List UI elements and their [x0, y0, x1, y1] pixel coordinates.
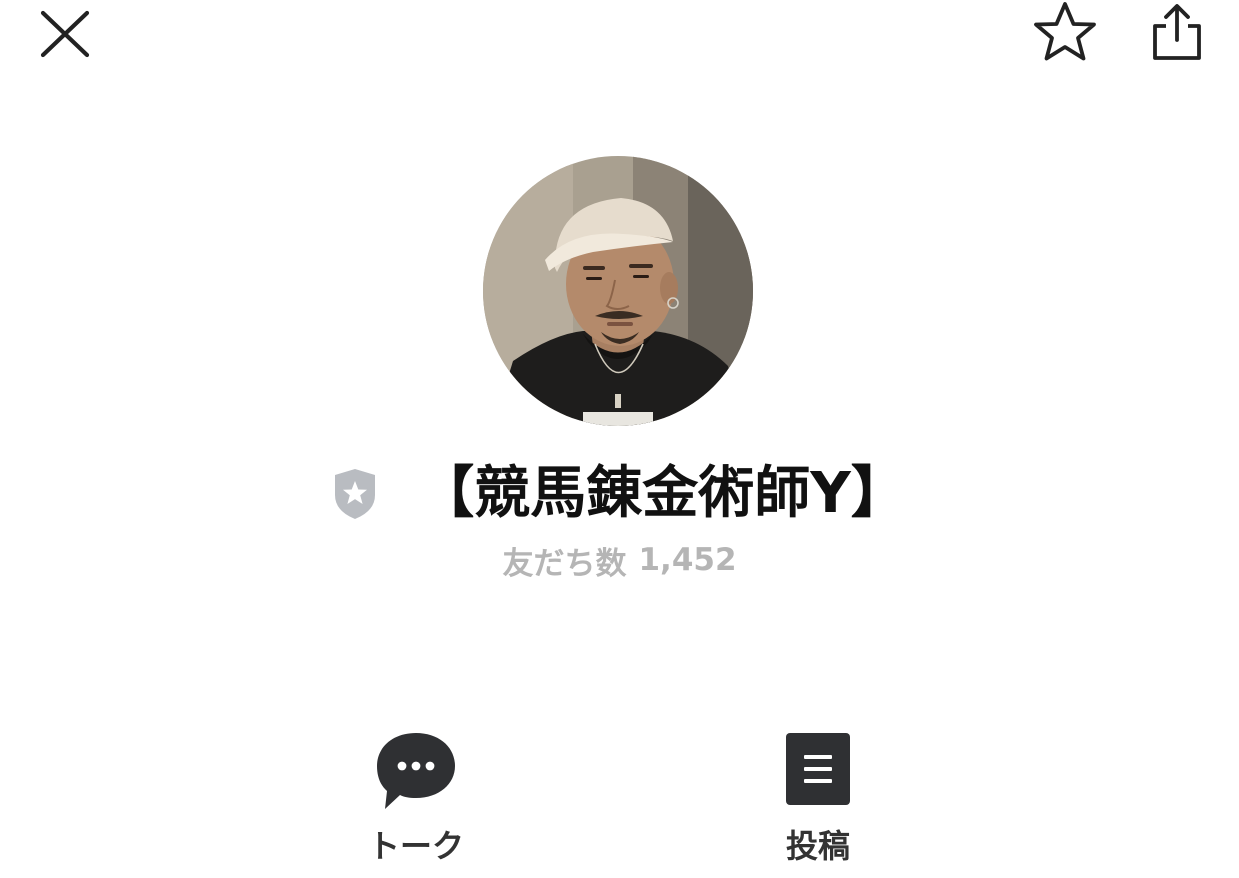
- favorite-button[interactable]: [1030, 0, 1100, 66]
- post-document-icon: [786, 733, 850, 805]
- close-icon: [40, 10, 90, 58]
- verified-shield-icon: [335, 469, 376, 519]
- share-button[interactable]: [1144, 0, 1210, 66]
- post-label: 投稿: [785, 827, 850, 865]
- talk-label: トーク: [367, 827, 464, 865]
- share-icon: [1153, 4, 1201, 60]
- close-button[interactable]: [36, 4, 96, 64]
- star-outline-icon: [1034, 2, 1096, 61]
- friends-count-row: 友だち数 1,452: [0, 536, 1239, 584]
- friends-label: 友だち数: [502, 545, 627, 582]
- talk-button[interactable]: トーク: [296, 728, 536, 878]
- account-name: 【競馬錬金術師Y】: [418, 461, 907, 526]
- post-button[interactable]: 投稿: [698, 728, 938, 878]
- friends-count: 1,452: [638, 542, 737, 578]
- chat-bubble-icon: [377, 733, 455, 809]
- profile-avatar[interactable]: [483, 156, 753, 426]
- profile-name-row: 【競馬錬金術師Y】: [0, 456, 1239, 532]
- avatar-photo: [483, 156, 753, 426]
